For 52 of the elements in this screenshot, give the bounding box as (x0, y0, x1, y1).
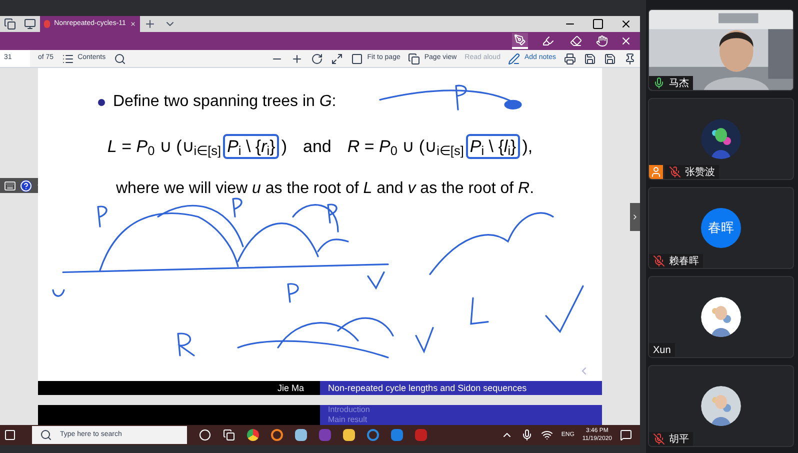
participant-name: 胡平 (649, 432, 693, 446)
pin-icon[interactable] (624, 52, 636, 64)
task-view-icon[interactable] (199, 429, 211, 441)
restore-icon[interactable] (592, 18, 604, 30)
keyboard-icon[interactable] (4, 180, 16, 192)
app-icon[interactable] (391, 429, 403, 441)
chrome-icon[interactable] (247, 429, 259, 441)
formula-text: L = P$_{0}$ ∪ (∪$_{i∈[s]}$ (107, 136, 222, 158)
full-screen-icon[interactable] (331, 52, 344, 64)
close-ink-icon[interactable] (620, 35, 632, 47)
eraser-tool-icon[interactable] (568, 33, 584, 49)
app-icon[interactable] (295, 429, 307, 441)
notifications-icon[interactable] (620, 429, 632, 441)
footer-title: Non-repeated cycle lengths and Sidon sequences (320, 381, 602, 396)
formula-text: ), (522, 136, 533, 158)
touch-writing-icon[interactable] (596, 35, 608, 47)
zoom-in-icon[interactable] (291, 52, 304, 64)
rotate-icon[interactable] (311, 52, 324, 64)
pen-tool-icon[interactable] (512, 33, 528, 49)
pdf-file-icon (44, 20, 50, 28)
microphone-icon[interactable] (521, 429, 534, 441)
edge-icon[interactable] (367, 429, 379, 441)
tab-actions-icon[interactable] (4, 18, 16, 30)
participant-name: 马杰 (649, 76, 693, 90)
ink-boxed-term: P$_{i}$ \ {r$_{i}$} (223, 134, 280, 160)
participant-name: 张赞波 (665, 165, 719, 179)
app-icon[interactable] (271, 429, 283, 441)
search-icon[interactable] (114, 52, 126, 64)
save-as-icon[interactable] (604, 52, 616, 64)
close-icon[interactable] (620, 18, 632, 30)
save-icon[interactable] (584, 52, 596, 64)
footer-author: Jie Ma (38, 381, 320, 396)
set-aside-tabs-icon[interactable] (24, 18, 36, 30)
new-tab-icon[interactable] (144, 18, 156, 30)
formula-text: R = P$_{0}$ ∪ (∪$_{i∈[s]}$ (347, 136, 464, 158)
timeline-icon[interactable] (223, 429, 235, 441)
pen-icon (508, 52, 520, 64)
search-icon (40, 429, 52, 441)
connector-text: and (302, 136, 332, 158)
avatar-initials: 春晖 (701, 208, 741, 248)
bullet-text: Define two spanning trees in G: (113, 92, 336, 112)
frame-icon (351, 52, 364, 64)
print-icon[interactable] (564, 52, 576, 64)
help-icon[interactable] (20, 180, 32, 192)
folder-icon[interactable] (343, 429, 355, 441)
participant-name: Xun (649, 343, 675, 357)
sentence-text: where we will view u as the root of L and v as the root of R. (116, 180, 534, 198)
formula-text: ) (281, 136, 287, 158)
participant-name: 赖春晖 (649, 254, 703, 268)
close-tab-icon[interactable] (130, 20, 136, 28)
ink-boxed-term: P$_{i}$ \ {l$_{i}$} (466, 134, 520, 160)
pages-icon (408, 52, 420, 64)
